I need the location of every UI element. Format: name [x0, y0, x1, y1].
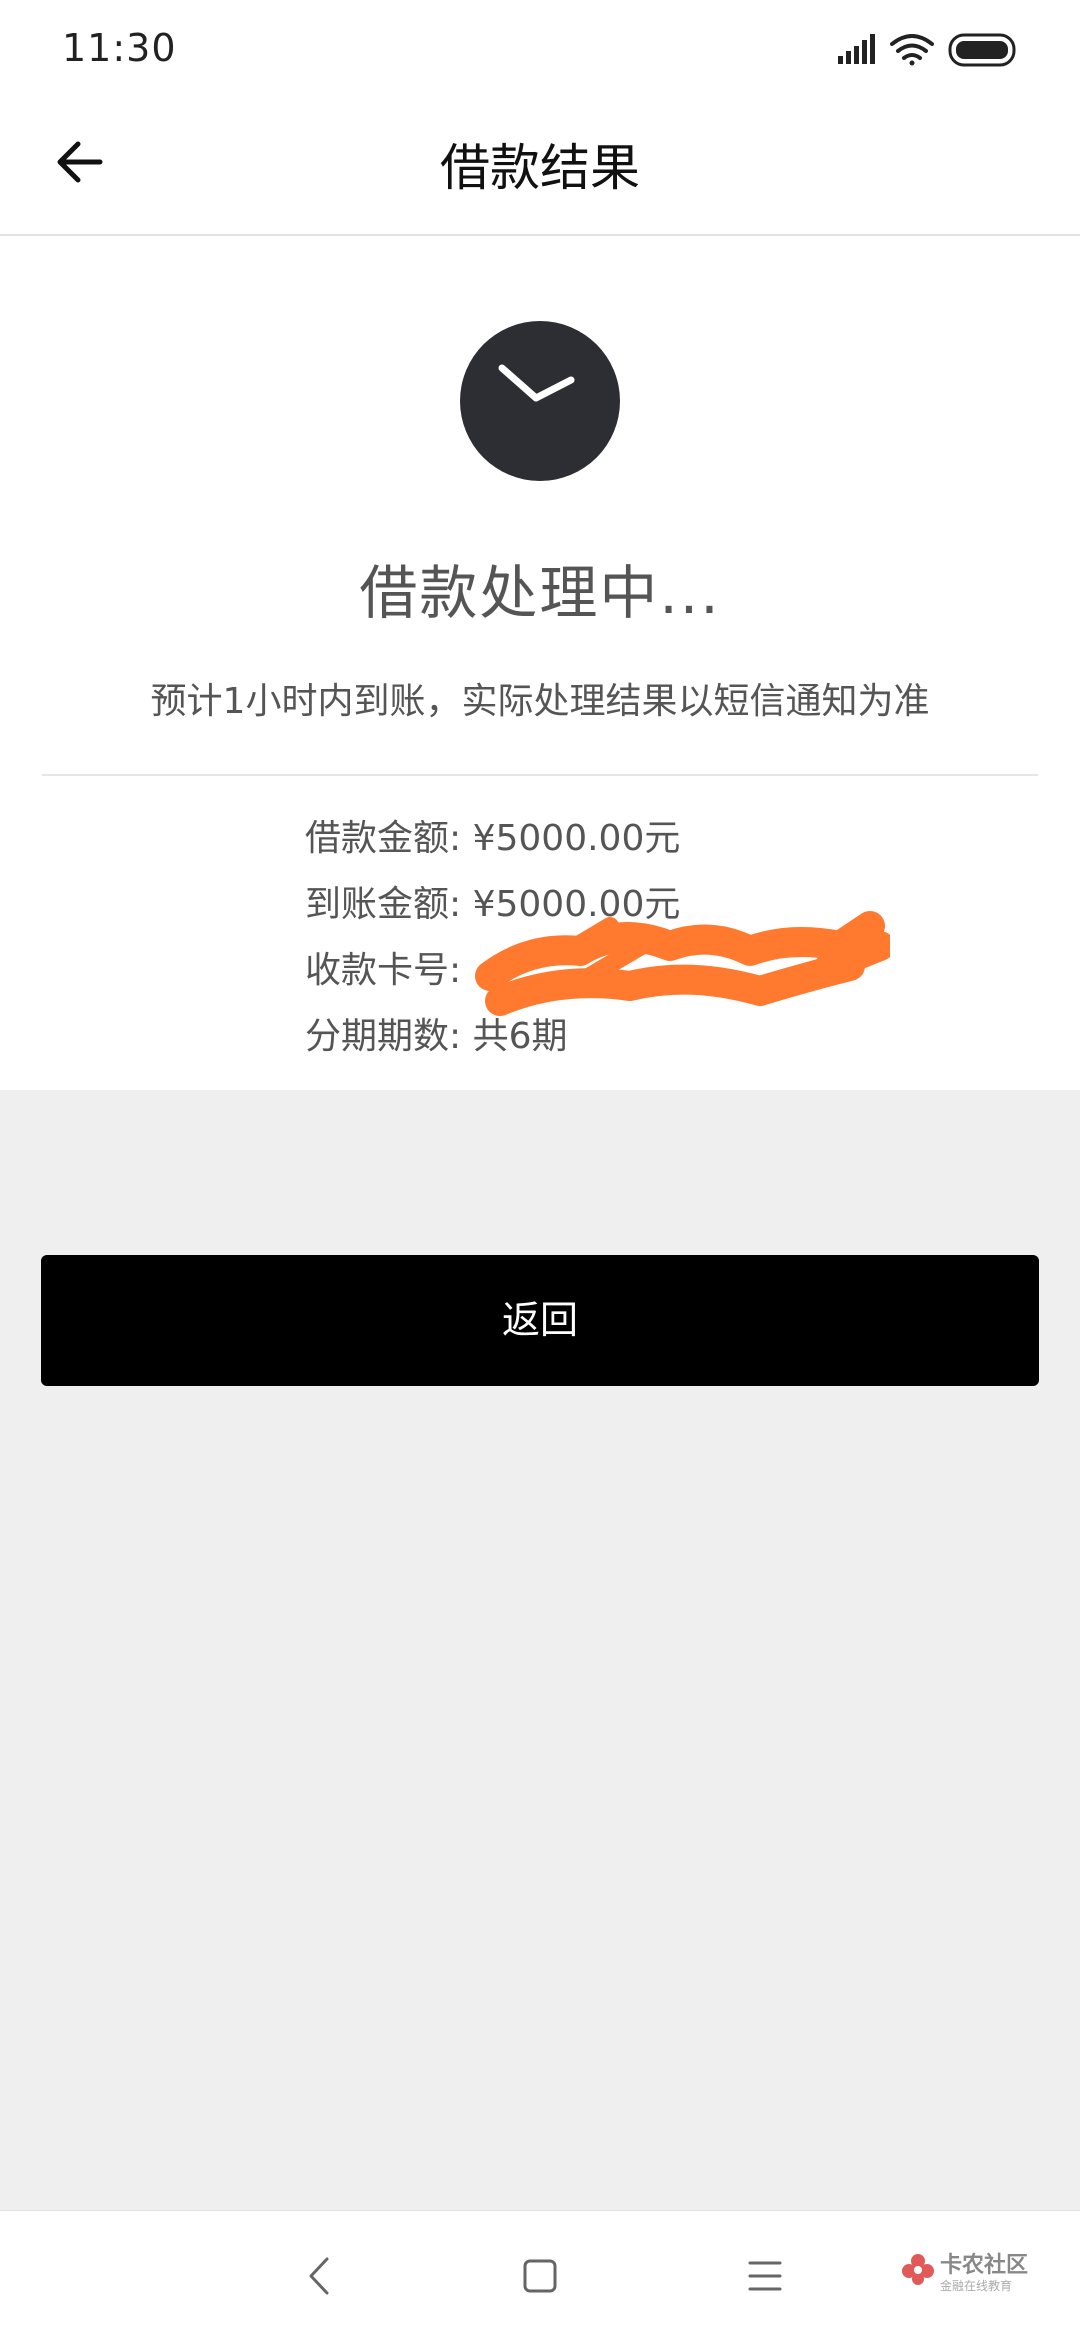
redaction-scribble: [470, 906, 895, 1026]
watermark: 卡农社区 金融在线教育: [900, 2247, 1040, 2307]
watermark-title: 卡农社区: [940, 2253, 1029, 2278]
flower-logo-icon: [902, 2254, 934, 2285]
watermark-subtitle: 金融在线教育: [940, 2279, 1013, 2293]
nav-home-button[interactable]: [515, 2251, 565, 2301]
square-icon: [523, 2259, 557, 2293]
header: 借款结果: [0, 100, 1080, 236]
divider: [42, 774, 1038, 776]
result-title: 借款处理中...: [359, 559, 721, 627]
nav-back-button[interactable]: [295, 2251, 345, 2301]
detail-value: ¥5000.00元: [472, 818, 681, 859]
battery-icon: [948, 33, 1016, 67]
detail-label: 借款金额:: [305, 818, 473, 859]
page-title: 借款结果: [440, 139, 640, 197]
status-bar: 11:30: [0, 0, 1080, 100]
clock-icon: [459, 320, 621, 482]
nav-menu-button[interactable]: [740, 2251, 790, 2301]
status-time: 11:30: [62, 26, 177, 70]
result-card: 借款处理中... 预计1小时内到账，实际处理结果以短信通知为准 借款金额: ¥5…: [0, 236, 1080, 1090]
result-subtitle: 预计1小时内到账，实际处理结果以短信通知为准: [150, 681, 930, 722]
detail-label: 到账金额:: [305, 884, 473, 925]
system-nav-bar: 卡农社区 金融在线教育: [0, 2210, 1080, 2341]
detail-row-loan-amount: 借款金额: ¥5000.00元: [305, 806, 680, 872]
status-icons: [820, 30, 1020, 70]
menu-icon: [748, 2261, 782, 2291]
signal-icon: [838, 34, 875, 64]
wifi-icon: [890, 34, 934, 66]
return-button[interactable]: 返回: [41, 1255, 1039, 1386]
detail-label: 分期期数:: [305, 1016, 473, 1057]
chevron-left-icon: [309, 2257, 329, 2295]
detail-label: 收款卡号:: [305, 950, 462, 991]
